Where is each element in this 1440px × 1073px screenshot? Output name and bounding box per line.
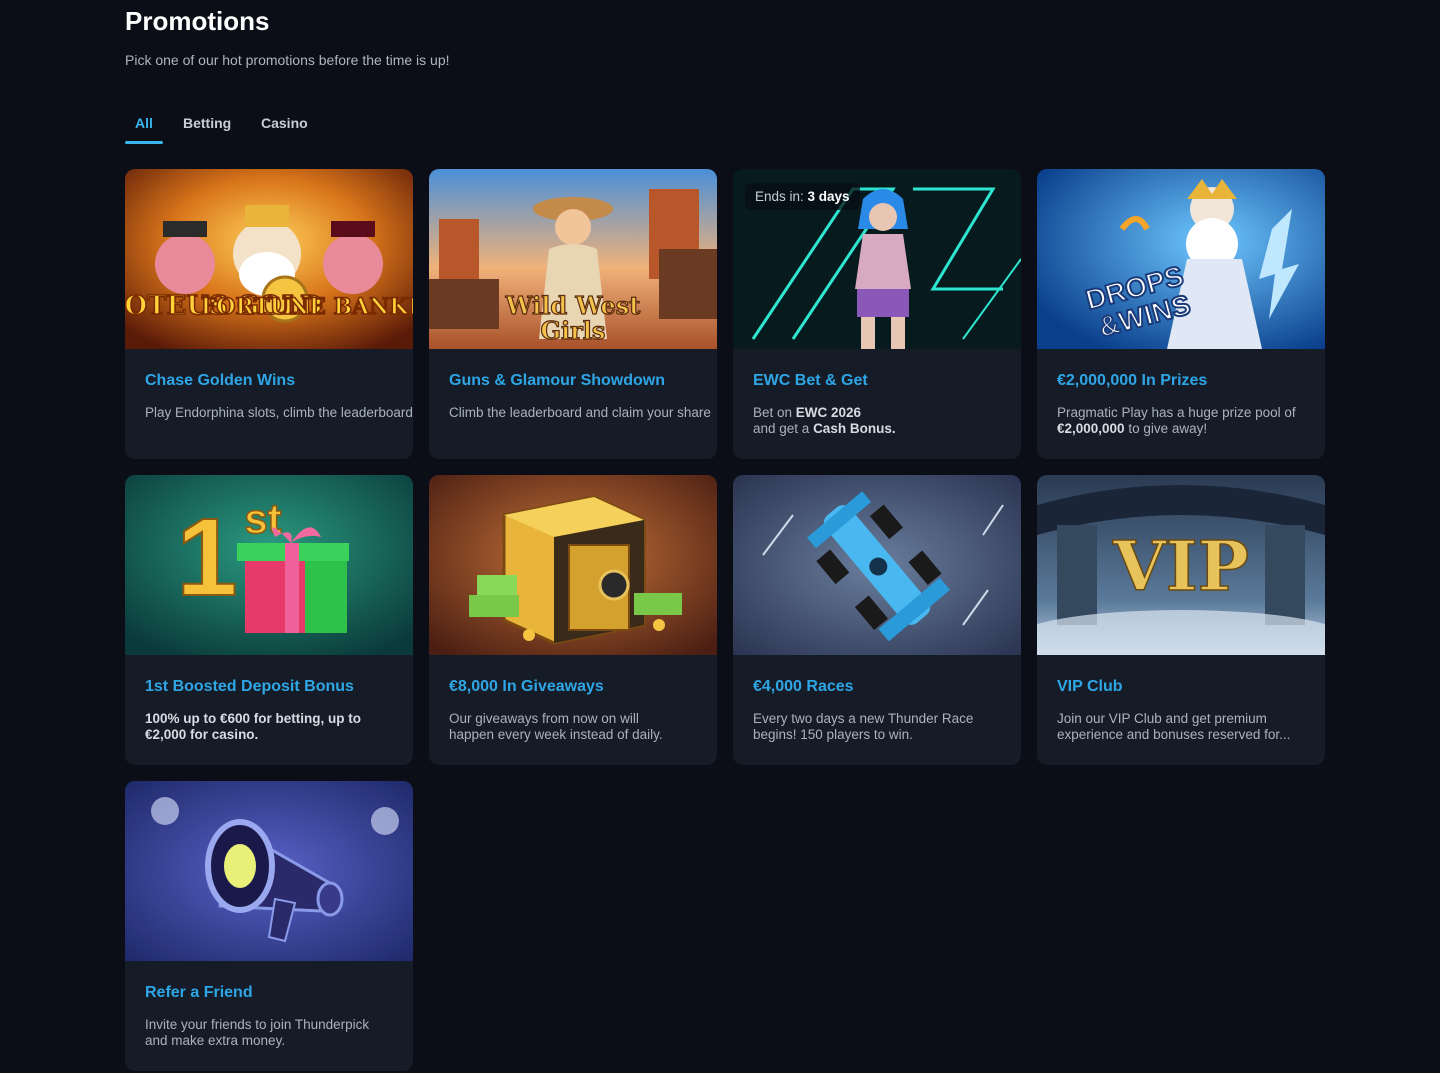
promo-card-2m-prizes[interactable]: DROPS &WINS €2,000,000 In Prizes Pragmat… [1037, 169, 1325, 459]
drops-and-wins-zeus-image: DROPS &WINS [1037, 169, 1325, 349]
promo-card-8k-giveaways[interactable]: €8,000 In Giveaways Our giveaways from n… [429, 475, 717, 765]
promo-card-ewc-bet-get[interactable]: Ends in: 3 days EWC Bet & Get Bet on EWC… [733, 169, 1021, 459]
svg-text:1: 1 [176, 496, 237, 619]
page-subtitle: Pick one of our hot promotions before th… [125, 52, 450, 68]
promo-card-guns-glamour[interactable]: Wild West Girls Guns & Glamour Showdown … [429, 169, 717, 459]
svg-text:VIP: VIP [1112, 527, 1249, 607]
promo-card-4k-races[interactable]: €4,000 Races Every two days a new Thunde… [733, 475, 1021, 765]
time-remaining-badge: Ends in: 3 days [745, 183, 860, 210]
first-deposit-gift-image: 1 st [125, 475, 413, 655]
active-tab-indicator [125, 141, 163, 144]
promo-description: Play Endorphina slots, climb the leaderb… [145, 405, 413, 420]
promo-description: Every two days a new Thunder Race begins… [753, 711, 974, 742]
esports-character-image: Ends in: 3 days [733, 169, 1021, 349]
megaphone-image [125, 781, 413, 961]
wild-west-girls-image: Wild West Girls [429, 169, 717, 349]
promo-description: Our giveaways from now on will happen ev… [449, 711, 663, 742]
treasure-safe-image [429, 475, 717, 655]
promo-description: Climb the leaderboard and claim your sha… [449, 405, 711, 420]
promo-card-vip-club[interactable]: VIP VIP Club Join our VIP Club and get p… [1037, 475, 1325, 765]
promo-card-1st-deposit-bonus[interactable]: 1 st 1st Boosted Deposit Bonus 100% up t… [125, 475, 413, 765]
promo-title: €4,000 Races [753, 678, 854, 695]
promo-title: Guns & Glamour Showdown [449, 372, 665, 389]
tab-all[interactable]: All [135, 112, 153, 134]
svg-text:Girls: Girls [541, 316, 606, 345]
promo-title: EWC Bet & Get [753, 372, 868, 389]
vip-club-image: VIP [1037, 475, 1325, 655]
promo-description: Bet on EWC 2026 and get a Cash Bonus. [753, 405, 896, 436]
svg-text:FORTUNE BANKERS: FORTUNE BANKERS [201, 294, 413, 320]
tab-casino[interactable]: Casino [261, 112, 308, 134]
promo-title: Refer a Friend [145, 984, 253, 1001]
page-title: Promotions [125, 6, 270, 36]
race-car-image [733, 475, 1021, 655]
promo-description: 100% up to €600 for betting, up to €2,000… [145, 711, 362, 742]
promo-description: Invite your friends to join Thunderpick … [145, 1017, 370, 1048]
promo-title: €2,000,000 In Prizes [1057, 372, 1208, 389]
promo-description: Pragmatic Play has a huge prize pool of … [1057, 405, 1296, 436]
promo-card-refer-a-friend[interactable]: Refer a Friend Invite your friends to jo… [125, 781, 413, 1071]
tab-betting[interactable]: Betting [183, 112, 231, 134]
promo-title: Chase Golden Wins [145, 372, 296, 389]
promo-description: Join our VIP Club and get premium experi… [1057, 711, 1291, 742]
promo-title: VIP Club [1057, 678, 1123, 695]
promo-title: 1st Boosted Deposit Bonus [145, 678, 354, 695]
sloteus-gold-fortune-bankers-image: SLOTEUS GOLD FORTUNE BANKERS [125, 169, 413, 349]
promo-card-chase-golden-wins[interactable]: SLOTEUS GOLD FORTUNE BANKERS Chase Golde… [125, 169, 413, 459]
promo-title: €8,000 In Giveaways [449, 678, 604, 695]
